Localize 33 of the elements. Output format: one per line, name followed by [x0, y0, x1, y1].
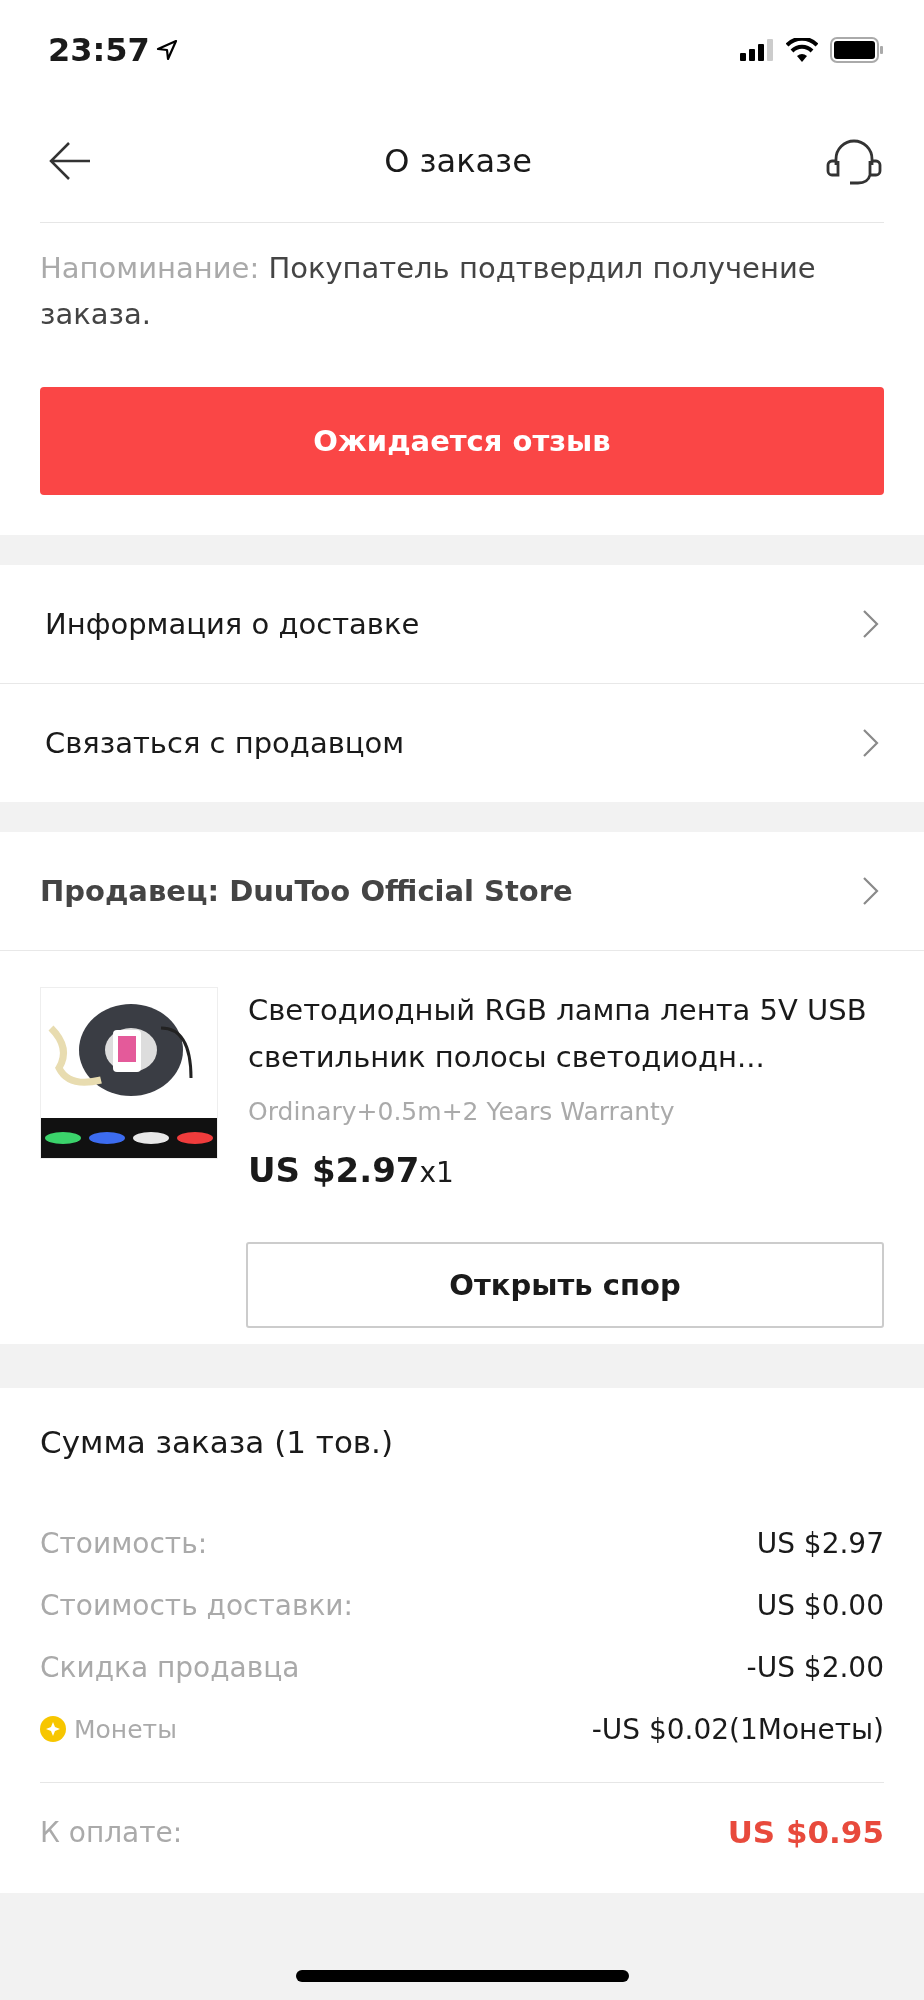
chevron-right-icon [862, 609, 880, 639]
menu-row[interactable]: Связаться с продавцом [0, 684, 924, 802]
total-label: К оплате: [40, 1815, 183, 1849]
back-arrow-icon[interactable] [48, 141, 92, 181]
product-title[interactable]: Светодиодный RGB лампа лента 5V USB светильник полосы светодиодн... [248, 987, 884, 1081]
menu-row-label: Информация о доставке [45, 607, 420, 641]
signal-icon [740, 39, 774, 61]
product-quantity: x1 [419, 1156, 454, 1189]
chevron-right-icon [862, 728, 880, 758]
summary-label: Стоимость: [40, 1526, 208, 1560]
status-time: 23:57 [48, 31, 150, 69]
summary-value: US $2.97 [756, 1526, 884, 1560]
chevron-right-icon [862, 876, 880, 906]
page-title: О заказе [384, 142, 532, 180]
summary-label: Монеты [74, 1714, 177, 1744]
menu-row-label: Связаться с продавцом [45, 726, 405, 760]
coin-icon [40, 1716, 66, 1742]
total-value: US $0.95 [727, 1814, 884, 1850]
summary-value: -US $2.00 [746, 1650, 884, 1684]
product-variant: Ordinary+0.5m+2 Years Warranty [248, 1097, 676, 1126]
summary-label: Стоимость доставки: [40, 1588, 353, 1622]
location-arrow-icon [155, 39, 178, 61]
seller-name[interactable]: Продавец: DuuToo Official Store [40, 874, 573, 908]
battery-icon [830, 37, 884, 63]
summary-value: -US $0.02(1Монеты) [591, 1712, 884, 1746]
open-dispute-button[interactable]: Открыть спор [246, 1242, 884, 1328]
summary-title: Сумма заказа (1 тов.) [40, 1424, 395, 1460]
summary-label: Скидка продавца [40, 1650, 300, 1684]
menu-row[interactable]: Информация о доставке [0, 565, 924, 684]
summary-value: US $0.00 [756, 1588, 884, 1622]
reminder-text: Напоминание: Покупатель подтвердил получение заказа. [40, 250, 817, 333]
wifi-icon [786, 38, 818, 62]
product-price: US $2.97 [248, 1150, 420, 1190]
